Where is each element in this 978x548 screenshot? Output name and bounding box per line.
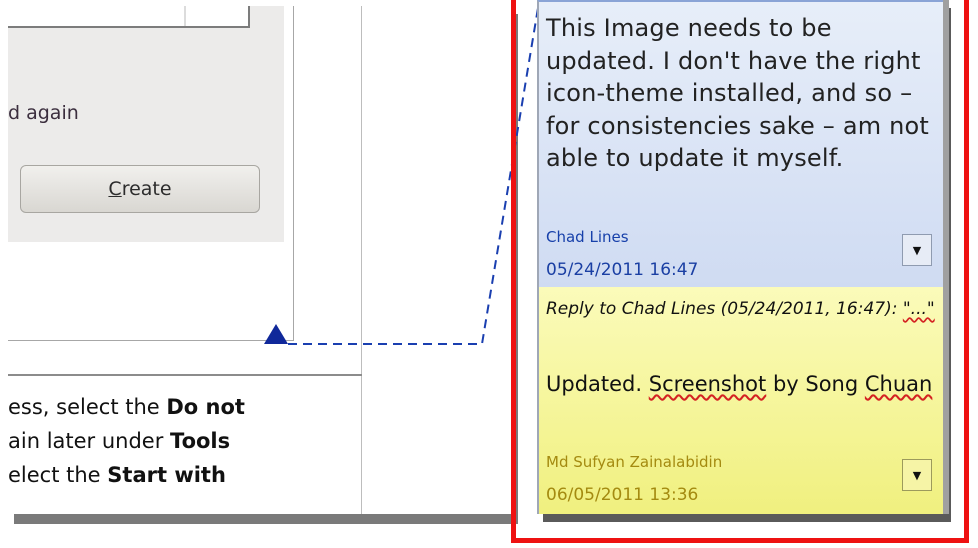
line-text: ain later under bbox=[8, 429, 171, 453]
comment-menu-button[interactable]: ▼ bbox=[902, 459, 932, 491]
section-divider bbox=[8, 374, 362, 376]
line-text: elect the bbox=[8, 463, 108, 487]
misspelled-word: Screenshot bbox=[648, 372, 767, 396]
dialog-body: d again Create bbox=[8, 6, 284, 242]
misspelled-word: Chuan bbox=[864, 372, 933, 396]
dialog-screenshot: d again Create bbox=[8, 6, 294, 341]
document-line: ain later under Tools bbox=[8, 424, 245, 458]
reply-text-part: by Song bbox=[766, 372, 865, 396]
create-button-mnemonic: C bbox=[108, 178, 122, 200]
column-divider bbox=[361, 6, 362, 514]
field-separator bbox=[184, 6, 186, 26]
comment-text[interactable]: This Image needs to be updated. I don't … bbox=[546, 12, 941, 175]
comment-reply-note[interactable]: Reply to Chad Lines (05/24/2011, 16:47):… bbox=[537, 287, 943, 514]
comment-anchor-icon[interactable] bbox=[264, 324, 288, 344]
comment-text[interactable]: Updated. Screenshot by Song Chuan bbox=[546, 365, 946, 403]
document-page: d again Create ess, select the Do not ai… bbox=[8, 6, 512, 514]
dialog-partial-label: d again bbox=[8, 102, 79, 124]
line-bold-text: Do not bbox=[166, 395, 245, 419]
comment-date: 06/05/2011 13:36 bbox=[546, 485, 699, 505]
document-line: elect the Start with bbox=[8, 458, 245, 492]
dropdown-arrow-icon: ▼ bbox=[912, 243, 922, 257]
line-bold-text: Start with bbox=[107, 463, 226, 487]
document-text: ess, select the Do not ain later under T… bbox=[8, 390, 245, 492]
reply-header: Reply to Chad Lines (05/24/2011, 16:47):… bbox=[546, 293, 946, 325]
create-button-label: reate bbox=[121, 178, 172, 200]
create-button[interactable]: Create bbox=[20, 165, 260, 213]
comments-panel: This Image needs to be updated. I don't … bbox=[537, 0, 949, 514]
comment-date: 05/24/2011 16:47 bbox=[546, 260, 699, 280]
line-text: ess, select the bbox=[8, 395, 167, 419]
comment-note[interactable]: This Image needs to be updated. I don't … bbox=[537, 0, 943, 288]
reply-text-part: Updated. bbox=[546, 372, 649, 396]
comment-author: Md Sufyan Zainalabidin bbox=[546, 453, 723, 471]
document-line: ess, select the Do not bbox=[8, 390, 245, 424]
comment-author: Chad Lines bbox=[546, 228, 629, 246]
reply-quote: "..." bbox=[902, 299, 935, 319]
comment-menu-button[interactable]: ▼ bbox=[902, 234, 932, 266]
reply-to-text: Reply to Chad Lines (05/24/2011, 16:47): bbox=[546, 299, 903, 319]
dropdown-arrow-icon: ▼ bbox=[912, 468, 922, 482]
dialog-list-field[interactable] bbox=[8, 6, 250, 28]
line-bold-text: Tools bbox=[170, 429, 231, 453]
